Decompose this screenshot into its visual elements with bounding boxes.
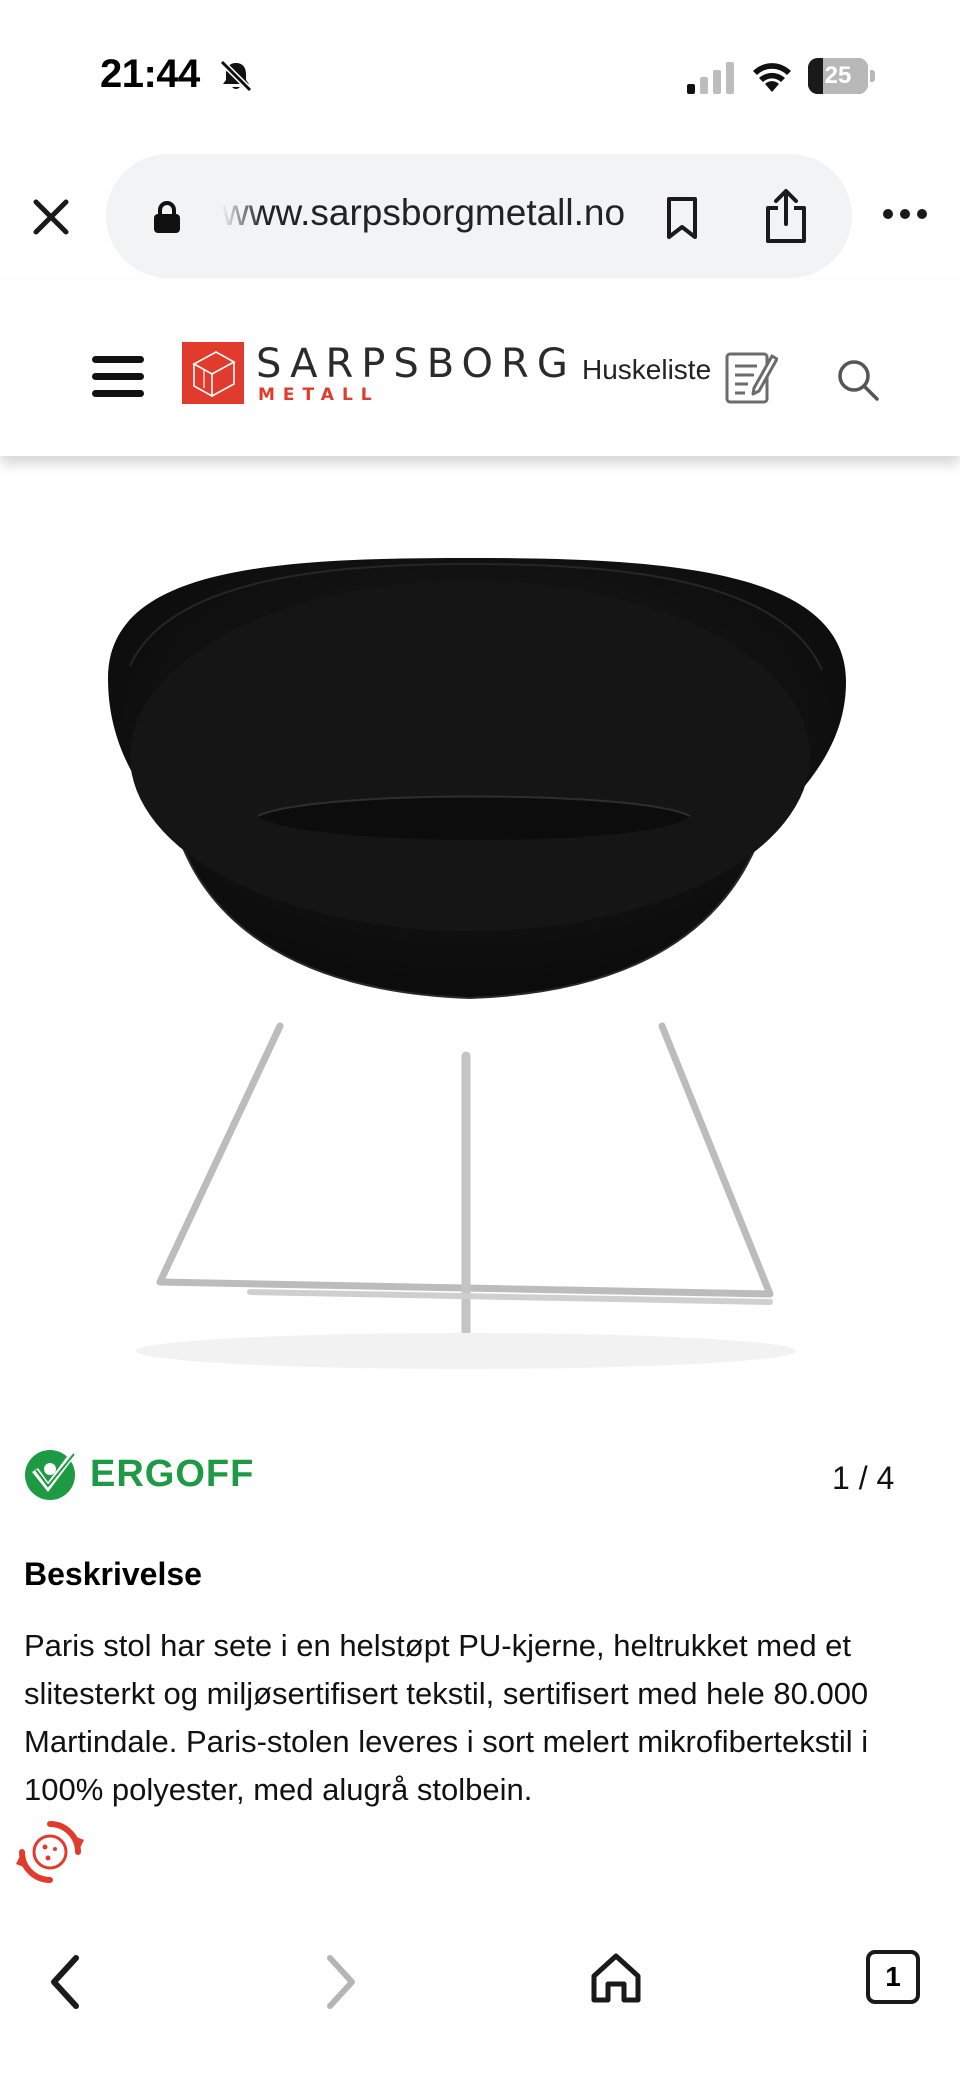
- wifi-icon: [753, 63, 791, 92]
- cellular-signal-icon: [687, 62, 734, 94]
- brand-name: ERGOFF: [90, 1453, 255, 1495]
- lock-icon: [154, 201, 180, 233]
- logo-subtitle: METALL: [258, 385, 380, 405]
- ergoff-logo-icon: [25, 1450, 78, 1500]
- bookmark-icon[interactable]: [664, 196, 700, 240]
- image-counter: 1 / 4: [832, 1460, 895, 1496]
- site-header: SARPSBORG METALL Huskeliste: [0, 280, 960, 456]
- more-icon[interactable]: [882, 206, 928, 222]
- url-text[interactable]: www.sarpsborgmetall.no: [222, 192, 732, 234]
- black-round-lounge-chair-image[interactable]: [0, 456, 960, 1416]
- battery-percent: 25: [824, 62, 852, 89]
- hamburger-menu-icon[interactable]: [92, 354, 144, 400]
- wishlist-notepad-icon: [725, 352, 778, 404]
- logo-wordmark: SARPSBORG: [256, 341, 576, 387]
- site-logo[interactable]: SARPSBORG METALL: [182, 342, 568, 406]
- home-icon[interactable]: [588, 1950, 644, 2006]
- address-bar[interactable]: www.sarpsborgmetall.no: [106, 154, 852, 278]
- status-bar: 21:44 25: [0, 0, 960, 150]
- brand-logo: ERGOFF: [24, 1448, 280, 1502]
- search-icon[interactable]: [836, 358, 880, 402]
- description-text: Paris stol har sete i en helstøpt PU-kje…: [24, 1628, 869, 1807]
- wishlist-label: Huskeliste: [582, 354, 712, 385]
- share-icon[interactable]: [762, 188, 810, 244]
- tabs-button[interactable]: 1: [866, 1950, 920, 2004]
- cookie-settings-icon[interactable]: [16, 1818, 84, 1886]
- browser-bottom-nav: 1: [0, 1900, 960, 2087]
- forward-arrow-icon[interactable]: [318, 1952, 362, 2012]
- logo-mark-icon: [182, 342, 244, 404]
- close-icon[interactable]: [26, 192, 76, 242]
- description-title: Beskrivelse: [24, 1556, 202, 1592]
- battery-icon: 25: [808, 58, 875, 94]
- browser-toolbar: www.sarpsborgmetall.no: [0, 150, 960, 280]
- back-arrow-icon[interactable]: [44, 1952, 88, 2012]
- bell-slash-icon: [219, 59, 253, 93]
- status-time: 21:44: [100, 52, 200, 96]
